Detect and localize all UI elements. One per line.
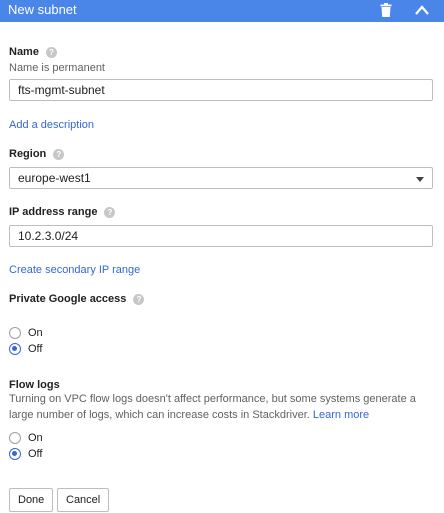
name-label-text: Name xyxy=(9,46,39,58)
add-description-link[interactable]: Add a description xyxy=(9,119,94,131)
learn-more-link[interactable]: Learn more xyxy=(313,409,369,421)
chevron-up-icon[interactable] xyxy=(413,2,431,18)
radio-label: On xyxy=(28,432,43,445)
radio-label: Off xyxy=(28,448,43,461)
flow-logs-off-radio[interactable]: Off xyxy=(9,448,42,462)
panel-title: New subnet xyxy=(8,2,77,17)
done-button[interactable]: Done xyxy=(9,488,54,512)
create-secondary-range-link[interactable]: Create secondary IP range xyxy=(9,264,140,276)
dropdown-arrow-icon xyxy=(416,177,424,182)
help-icon[interactable]: ? xyxy=(133,293,145,305)
name-input[interactable]: fts-mgmt-subnet xyxy=(9,79,433,101)
radio-label: On xyxy=(28,327,43,340)
help-icon[interactable]: ? xyxy=(104,206,116,218)
name-label: Name? xyxy=(9,46,57,58)
trash-icon[interactable] xyxy=(380,3,392,17)
cancel-button[interactable]: Cancel xyxy=(57,488,110,512)
radio-button[interactable] xyxy=(9,432,21,445)
radio-button[interactable] xyxy=(9,327,21,340)
private-access-on-radio[interactable]: On xyxy=(9,327,43,341)
name-hint: Name is permanent xyxy=(9,62,105,74)
panel-header: New subnet xyxy=(0,0,444,22)
radio-button-checked[interactable] xyxy=(9,343,21,356)
region-select[interactable]: europe-west1 xyxy=(9,167,433,189)
help-icon[interactable]: ? xyxy=(45,46,57,58)
flow-logs-description: Turning on VPC flow logs doesn't affect … xyxy=(9,391,429,423)
radio-button-checked[interactable] xyxy=(9,448,21,461)
ip-range-input[interactable]: 10.2.3.0/24 xyxy=(9,225,433,247)
help-icon[interactable]: ? xyxy=(53,148,65,160)
ip-range-label: IP address range? xyxy=(9,206,116,218)
flow-logs-label: Flow logs xyxy=(9,379,60,391)
private-google-access-label-text: Private Google access xyxy=(9,293,127,305)
ip-range-label-text: IP address range xyxy=(9,206,98,218)
private-google-access-label: Private Google access? xyxy=(9,293,145,305)
region-label-text: Region xyxy=(9,148,47,160)
flow-logs-on-radio[interactable]: On xyxy=(9,432,43,446)
region-label: Region? xyxy=(9,148,65,160)
radio-label: Off xyxy=(28,343,43,356)
region-select-value: europe-west1 xyxy=(18,171,91,185)
private-access-off-radio[interactable]: Off xyxy=(9,343,42,357)
